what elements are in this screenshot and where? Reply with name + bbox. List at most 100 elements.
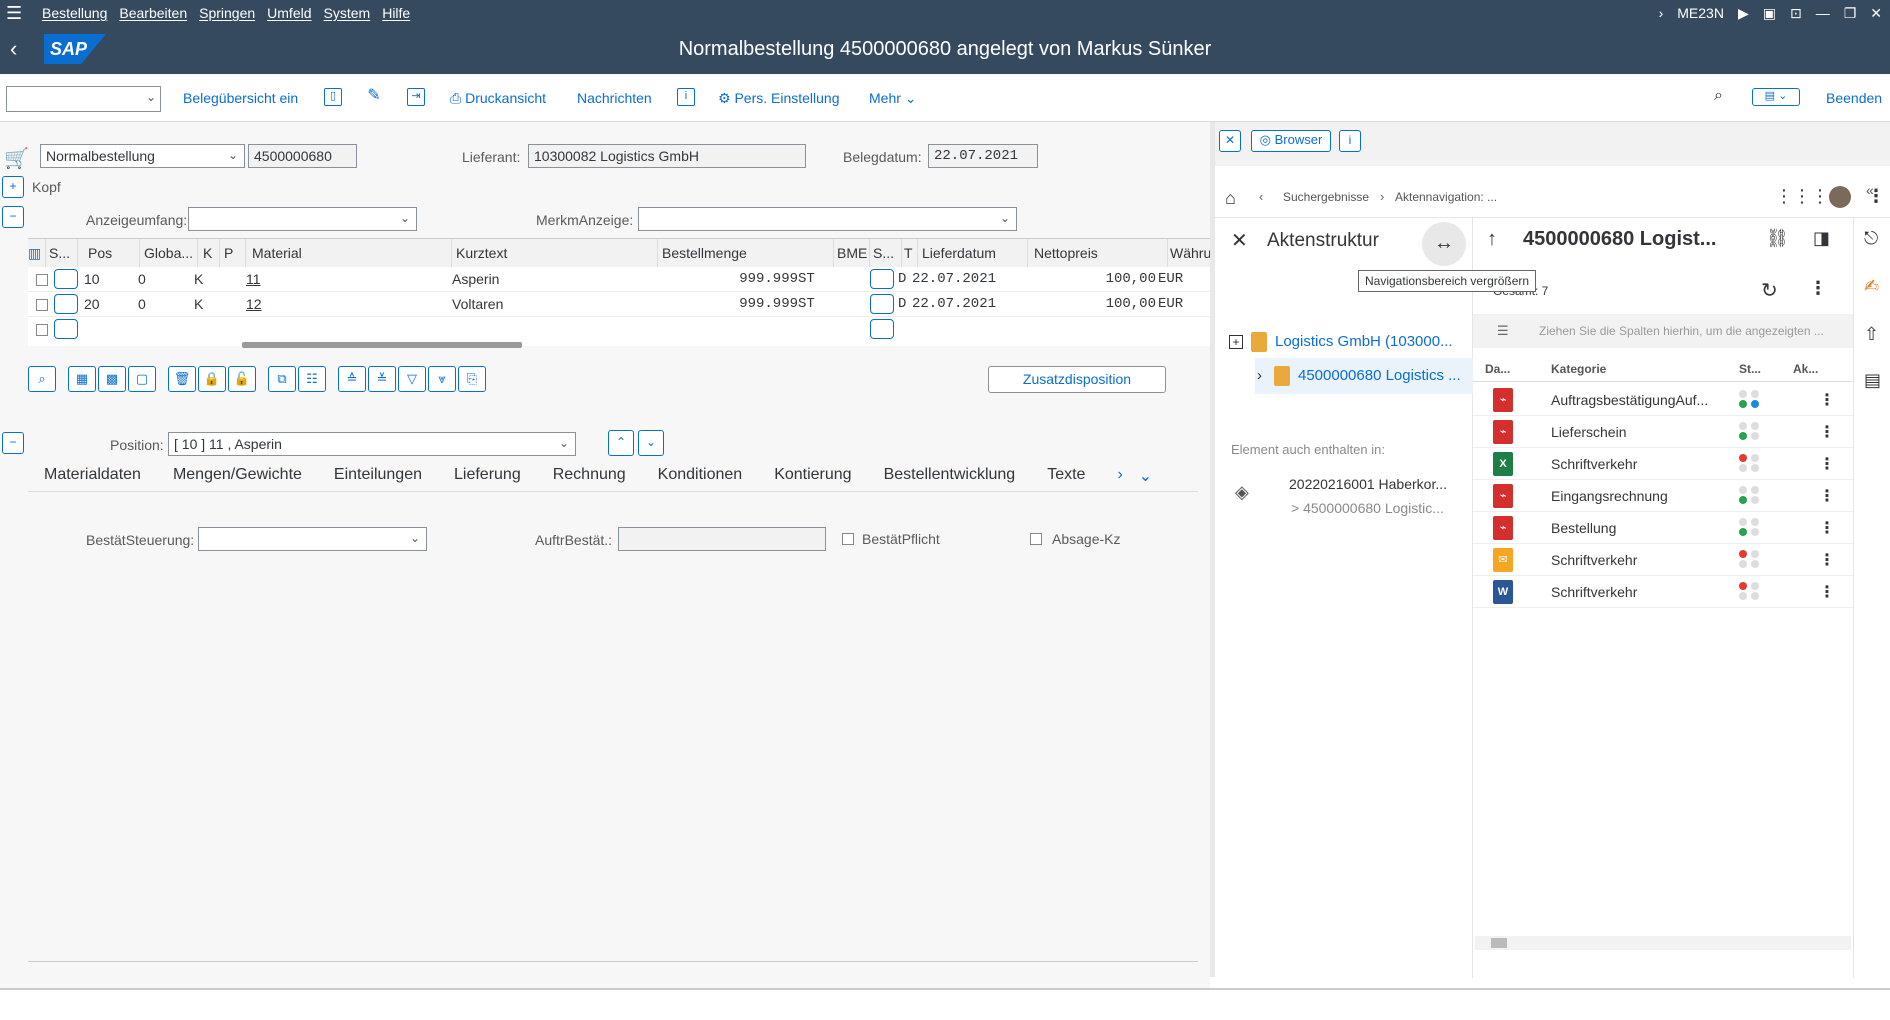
row-status-button[interactable]	[54, 294, 78, 314]
druckansicht-button[interactable]: ⎙ Druckansicht	[450, 90, 546, 107]
col-da[interactable]: Da...	[1485, 362, 1510, 376]
anzeigeumfang-select[interactable]: ⌄	[188, 207, 417, 231]
doc-horizontal-scrollbar[interactable]	[1475, 936, 1851, 950]
up-arrow-icon[interactable]: ↑	[1487, 228, 1497, 251]
layout-toggle-icon[interactable]: ▤ ⌄	[1752, 88, 1800, 106]
sort-desc-icon[interactable]: ≚	[368, 366, 396, 392]
doc-row[interactable]: W Schriftverkehr ⋮	[1473, 576, 1853, 608]
mehr-button[interactable]: Mehr ⌄	[869, 90, 917, 107]
close-icon[interactable]: ✕	[1870, 5, 1882, 22]
row-more-icon[interactable]: ⋮	[1819, 486, 1835, 506]
beenden-button[interactable]: Beenden	[1826, 90, 1882, 106]
details-icon[interactable]: ⌕	[28, 366, 56, 392]
row-more-icon[interactable]: ⋮	[1819, 582, 1835, 602]
table-row[interactable]	[28, 317, 1210, 341]
tab-mengen[interactable]: Mengen/Gewichte	[157, 462, 318, 491]
menu-umfeld[interactable]: Umfeld	[267, 5, 311, 21]
tab-einteilungen[interactable]: Einteilungen	[318, 462, 438, 491]
auftrbestaet-field[interactable]	[618, 527, 826, 551]
absage-checkbox[interactable]	[1030, 533, 1042, 545]
row-status-button[interactable]	[54, 269, 78, 289]
restore-icon[interactable]: ❐	[1844, 5, 1857, 22]
doc-row[interactable]: ⌁ Lieferschein ⋮	[1473, 416, 1853, 448]
docnum-field[interactable]: 4500000680	[248, 144, 357, 168]
chevron-right-icon[interactable]: ›	[1659, 5, 1664, 21]
chevron-right-icon[interactable]: ›	[1257, 367, 1262, 384]
minimize-icon[interactable]: —	[1816, 5, 1830, 21]
expand-kopf-icon[interactable]: +	[2, 176, 24, 198]
info-icon[interactable]: i	[677, 88, 695, 106]
delete-icon[interactable]: 🗑	[168, 366, 196, 392]
col-pos[interactable]: Pos	[78, 239, 140, 267]
export-icon[interactable]: ⎘	[458, 366, 486, 392]
col-p[interactable]: P	[220, 239, 246, 267]
archive-icon[interactable]: ▤	[1864, 370, 1881, 391]
close-tree-icon[interactable]: ✕	[1231, 228, 1248, 253]
tab-scroll-right-icon[interactable]: ›	[1101, 462, 1138, 491]
collapse-items-icon[interactable]: −	[2, 206, 24, 228]
tab-rechnung[interactable]: Rechnung	[537, 462, 642, 491]
menu-bestellung[interactable]: Bestellung	[42, 5, 107, 21]
expand-nav-icon[interactable]: ↔	[1422, 222, 1466, 266]
lieferant-field[interactable]: 10300082 Logistics GmbH	[528, 144, 806, 168]
pers-einstellung-button[interactable]: ⚙ Pers. Einstellung	[718, 90, 840, 107]
previous-item-button[interactable]: ⌃	[608, 430, 634, 456]
next-item-button[interactable]: ⌄	[638, 430, 664, 456]
col-kategorie[interactable]: Kategorie	[1551, 362, 1606, 376]
col-kurztext[interactable]: Kurztext	[452, 239, 658, 267]
expand-node-icon[interactable]: +	[1229, 334, 1243, 349]
table-row[interactable]: 10 0 K 11 Asperin 999.999 ST D 22.07.202…	[28, 267, 1210, 292]
row-status2-button[interactable]	[870, 294, 894, 314]
tab-kontierung[interactable]: Kontierung	[758, 462, 867, 491]
document-icon[interactable]: ▯	[324, 88, 342, 106]
doc-row[interactable]: X Schriftverkehr ⋮	[1473, 448, 1853, 480]
menu-hilfe[interactable]: Hilfe	[382, 5, 410, 21]
tab-materialdaten[interactable]: Materialdaten	[28, 462, 157, 491]
back-icon[interactable]: ‹	[1259, 189, 1263, 204]
cell-material-link[interactable]: 12	[246, 292, 262, 317]
unlock-icon[interactable]: 🔓	[228, 366, 256, 392]
scroll-thumb[interactable]	[1491, 938, 1507, 948]
menu-springen[interactable]: Springen	[199, 5, 255, 21]
row-status2-button[interactable]	[870, 319, 894, 339]
row-checkbox[interactable]	[36, 324, 48, 336]
link-icon[interactable]: ⛓	[1766, 228, 1789, 249]
nachrichten-button[interactable]: Nachrichten	[577, 90, 652, 106]
select-all-icon[interactable]: ▦	[68, 366, 96, 392]
col-ak[interactable]: Ak...	[1793, 362, 1818, 376]
col-nettopreis[interactable]: Nettopreis	[1028, 239, 1168, 267]
tab-list-icon[interactable]: ⌄	[1139, 462, 1168, 491]
menu-system[interactable]: System	[324, 5, 371, 21]
search-icon[interactable]: ⌕	[1714, 87, 1723, 105]
command-field[interactable]: ⌄	[6, 86, 161, 112]
home-icon[interactable]: ⌂	[1225, 188, 1236, 209]
filter-icon[interactable]: ▽	[398, 366, 426, 392]
layout-icon[interactable]: ▣	[1763, 5, 1776, 22]
also-item[interactable]: 20220216001 Haberkor...	[1289, 476, 1447, 492]
switch-icon[interactable]: ⇥	[407, 88, 425, 106]
row-more-icon[interactable]: ⋮	[1819, 550, 1835, 570]
group-header[interactable]: ☰ Ziehen Sie die Spalten hierhin, um die…	[1473, 314, 1853, 348]
refresh-icon[interactable]: ↻	[1761, 278, 1778, 303]
position-select[interactable]: [ 10 ] 11 , Asperin ⌄	[168, 432, 576, 456]
hamburger-icon[interactable]: ☰	[6, 4, 30, 22]
belegdatum-field[interactable]: 22.07.2021	[928, 144, 1038, 168]
tab-bestellentwicklung[interactable]: Bestellentwicklung	[868, 462, 1032, 491]
avatar[interactable]	[1829, 186, 1851, 208]
close-panel-icon[interactable]: ✕	[1219, 130, 1241, 152]
tab-lieferung[interactable]: Lieferung	[438, 462, 537, 491]
col-material[interactable]: Material	[246, 239, 452, 267]
collapse-position-icon[interactable]: −	[2, 432, 24, 454]
zusatzdisposition-button[interactable]: Zusatzdisposition	[988, 366, 1166, 393]
col-t[interactable]: T	[902, 239, 918, 267]
belegübersicht-button[interactable]: Belegübersicht ein	[183, 90, 298, 106]
share-icon[interactable]: ⎋	[1864, 228, 1878, 249]
row-checkbox[interactable]	[36, 274, 48, 286]
col-bestellmenge[interactable]: Bestellmenge	[658, 239, 834, 267]
row-status2-button[interactable]	[870, 269, 894, 289]
pdf-sign-icon[interactable]: ✍	[1864, 276, 1879, 297]
apps-grid-icon[interactable]: ⋮⋮⋮	[1775, 186, 1829, 207]
menu-bearbeiten[interactable]: Bearbeiten	[119, 5, 187, 21]
bestaetpflicht-checkbox[interactable]	[842, 533, 854, 545]
col-k[interactable]: K	[198, 239, 220, 267]
